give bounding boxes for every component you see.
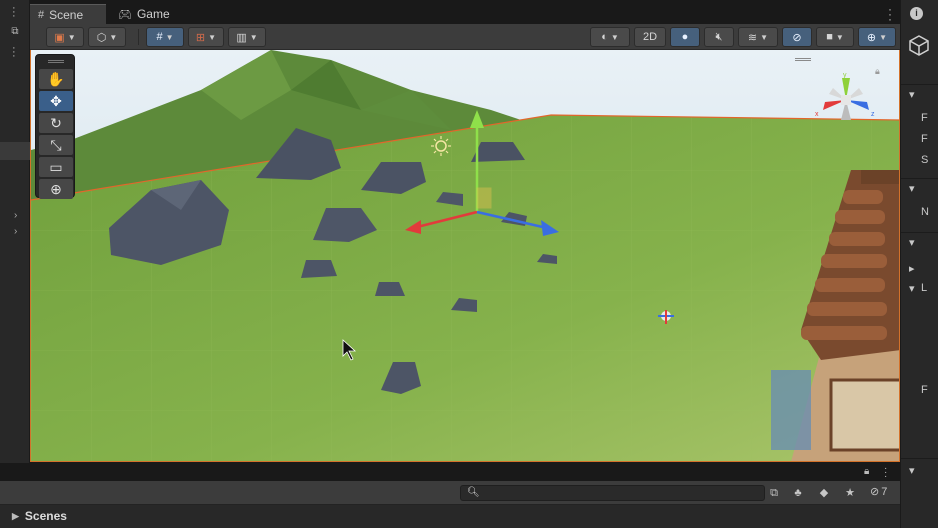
search-by-type-icon[interactable]: ⧉ xyxy=(766,485,782,501)
object-cube-icon xyxy=(908,34,930,59)
camera-settings-button[interactable]: ■ ▼ xyxy=(816,27,854,47)
gizmos-globe-icon: ⊕ xyxy=(866,31,877,44)
search-input[interactable]: 🔍︎ xyxy=(460,485,765,501)
hidden-count: 7 xyxy=(881,485,888,498)
tab-scene-label: Scene xyxy=(49,7,84,22)
eye-slash-icon: ⊘ xyxy=(792,31,802,44)
inspector-fold-2-icon[interactable]: ▾ xyxy=(909,182,915,195)
unity-editor: · · · ⧉ · · · › › # Scene 🎮︎ Game · · · ▣ ▼ ⬡ ▼ … xyxy=(0,0,938,528)
2d-label: 2D xyxy=(642,31,658,43)
inspector-row-6: F xyxy=(921,384,928,396)
camera-icon: ■ xyxy=(826,31,833,43)
expand-chevron-2-icon[interactable]: › xyxy=(14,226,17,237)
lightbulb-icon: ● xyxy=(681,31,689,43)
hidden-objects-toggle[interactable]: ⊘ 7 xyxy=(870,485,888,499)
scene-render xyxy=(31,50,899,461)
inspector-row-4: N xyxy=(921,206,929,218)
gizmo-y-label: y xyxy=(843,72,847,79)
left-panel-strip: · · · ⧉ · · · › › xyxy=(0,0,30,463)
tab-kebab-icon[interactable]: · · · xyxy=(888,3,892,25)
label-tag-icon[interactable]: ◆ xyxy=(816,485,832,501)
gamepad-icon: 🎮︎ xyxy=(118,8,132,21)
move-tool-button[interactable]: ✥ xyxy=(39,91,73,111)
hierarchy-toolbar: 🔍︎ ⧉ ♣ ◆ ★ ⊘ 7 xyxy=(0,481,900,505)
2d-toggle-button[interactable]: 2D xyxy=(634,27,666,47)
draw-mode-icon: ▣ xyxy=(54,31,65,44)
panel-kebab-icon[interactable]: · · · xyxy=(884,464,888,482)
filter-type-icon[interactable]: ♣ xyxy=(790,485,806,501)
left-kebab-icon[interactable]: · · · xyxy=(12,3,16,22)
audio-icon: 🔇︎ xyxy=(715,30,723,43)
gizmo-grip-icon[interactable] xyxy=(795,58,811,61)
increment-snap-button[interactable]: ⊞ ▼ xyxy=(188,27,224,47)
lighting-toggle-button[interactable]: ● xyxy=(670,27,700,47)
left-kebab-2-icon[interactable]: · · · xyxy=(12,43,16,62)
rotate-icon: ↻ xyxy=(50,114,62,131)
search-icon: 🔍︎ xyxy=(467,487,480,498)
rect-icon: ▭ xyxy=(49,158,63,175)
inspector-fold-5-icon[interactable]: ▾ xyxy=(909,464,915,477)
scenes-expand-icon[interactable]: ▶ xyxy=(12,511,19,522)
audio-toggle-button[interactable]: 🔇︎ xyxy=(704,27,734,47)
hierarchy-panel: 🔒︎ · · · 🔍︎ ⧉ ♣ ◆ ★ ⊘ 7 ▶ Scenes xyxy=(0,463,900,528)
hand-icon: ✋ xyxy=(47,70,65,87)
scale-tool-button[interactable]: ⤡ xyxy=(39,135,73,155)
transform-icon: ⊕ xyxy=(50,180,62,197)
effects-layers-icon: ≋ xyxy=(747,31,758,44)
tools-palette: ✋ ✥ ↻ ⤡ ▭ ⊕ xyxy=(35,54,75,199)
inspector-strip: i ▾ F F S ▾ N ▾ ▸ ▾ L F ▾ xyxy=(900,0,938,528)
info-icon[interactable]: i xyxy=(910,7,923,20)
shading-mode-button[interactable]: ⬡ ▼ xyxy=(88,27,126,47)
scale-icon: ⤡ xyxy=(50,136,62,153)
tools-grip-icon[interactable] xyxy=(48,60,64,63)
tab-game[interactable]: 🎮︎ Game xyxy=(110,4,180,24)
expand-chevron-icon[interactable]: › xyxy=(14,210,17,221)
draw-mode-button[interactable]: ▣ ▼ xyxy=(46,27,84,47)
shading-sphere-button[interactable]: ◐ ▼ xyxy=(590,27,630,47)
left-highlight-row xyxy=(0,142,30,160)
scene-viewport[interactable]: ✋ ✥ ↻ ⤡ ▭ ⊕ 🔒︎ y x z xyxy=(30,50,900,462)
gizmo-z-label: z xyxy=(871,111,875,118)
inspector-row-5: L xyxy=(921,282,928,294)
tab-scene[interactable]: # Scene xyxy=(30,4,106,24)
cube-icon: ⬡ xyxy=(96,31,107,44)
rect-tool-button[interactable]: ▭ xyxy=(39,157,73,177)
tab-bar: # Scene 🎮︎ Game · · · xyxy=(30,3,900,25)
orientation-gizmo[interactable]: y x z xyxy=(811,70,881,132)
transform-tool-button[interactable]: ⊕ xyxy=(39,179,73,199)
grid-snap-icon: # xyxy=(156,31,163,43)
effects-button[interactable]: ≋ ▼ xyxy=(738,27,778,47)
gizmos-button[interactable]: ⊕ ▼ xyxy=(858,27,896,47)
inspector-fold-3-icon[interactable]: ▾ xyxy=(909,236,915,249)
inspector-row-3: S xyxy=(921,154,929,166)
inspector-fold-icon[interactable]: ▾ xyxy=(909,88,915,101)
inspector-expand-icon[interactable]: ▸ xyxy=(909,262,915,275)
grid-icon: # xyxy=(38,8,45,21)
favorite-star-icon[interactable]: ★ xyxy=(842,485,858,501)
scene-visibility-button[interactable]: ⊘ xyxy=(782,27,812,47)
inspector-row-2: F xyxy=(921,133,928,145)
view-tool-button[interactable]: ✋ xyxy=(39,69,73,89)
gizmo-x-label: x xyxy=(815,111,819,118)
panel-lock-icon[interactable]: 🔒︎ xyxy=(864,466,869,477)
rock xyxy=(301,260,337,278)
rotate-tool-button[interactable]: ↻ xyxy=(39,113,73,133)
hierarchy-tabbar: 🔒︎ · · · xyxy=(0,463,900,482)
tab-game-label: Game xyxy=(136,7,170,21)
scenes-foldout[interactable]: ▶ Scenes xyxy=(0,505,900,527)
inspector-fold-4-icon[interactable]: ▾ xyxy=(909,282,915,295)
sphere-icon: ◐ xyxy=(601,31,608,43)
move-icon: ✥ xyxy=(50,92,62,109)
render-paths-icon: ▥ xyxy=(236,31,247,44)
hierarchy-icon[interactable]: ⧉ xyxy=(9,26,21,38)
inspector-row-1: F xyxy=(921,112,928,124)
eye-slash-icon: ⊘ xyxy=(870,486,880,498)
scene-toolbar: ▣ ▼ ⬡ ▼ # ▼ ⊞ ▼ ▥ ▼ ◐ ▼ 2D ● 🔇︎ ≋ ▼ ⊘ ■ … xyxy=(30,24,900,50)
grid-snap-button[interactable]: # ▼ xyxy=(146,27,184,47)
scenes-label: Scenes xyxy=(24,509,67,523)
render-paths-button[interactable]: ▥ ▼ xyxy=(228,27,266,47)
increment-snap-icon: ⊞ xyxy=(195,31,206,44)
